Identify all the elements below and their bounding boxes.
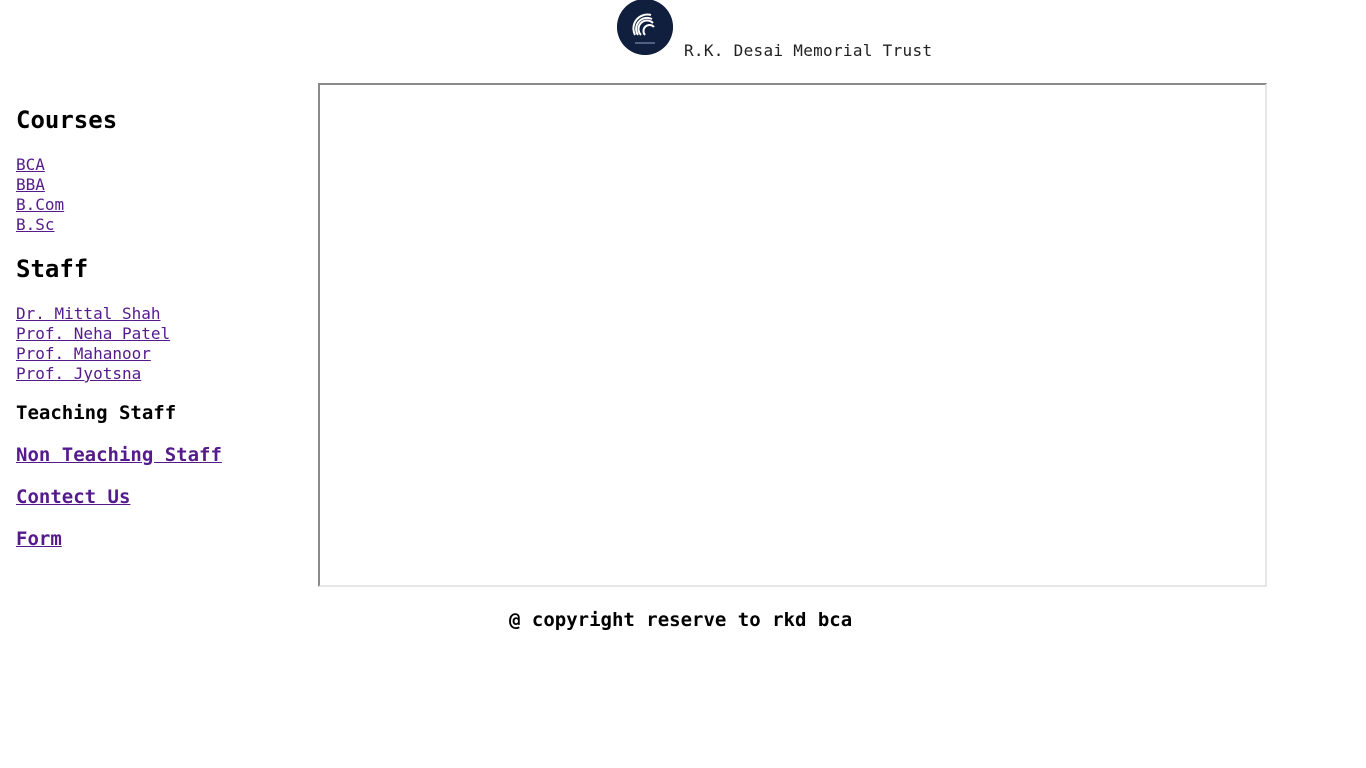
- staff-link-mittal-shah[interactable]: Dr. Mittal Shah: [16, 304, 170, 324]
- trust-name: R.K. Desai Memorial Trust: [684, 41, 933, 60]
- course-link-bcom[interactable]: B.Com: [16, 195, 64, 215]
- course-link-bsc[interactable]: B.Sc: [16, 215, 64, 235]
- teaching-staff-label: Teaching Staff: [16, 402, 177, 424]
- non-teaching-staff-link[interactable]: Non Teaching Staff: [16, 443, 222, 467]
- courses-list: BCA BBA B.Com B.Sc: [16, 155, 64, 235]
- staff-link-neha-patel[interactable]: Prof. Neha Patel: [16, 324, 170, 344]
- college-logo-icon: [617, 0, 673, 55]
- contact-us-link[interactable]: Contect Us: [16, 485, 130, 509]
- header: R.K. Desai Memorial Trust: [0, 0, 1366, 70]
- copyright-footer: @ copyright reserve to rkd bca: [509, 609, 853, 631]
- courses-heading: Courses: [16, 106, 118, 134]
- staff-heading: Staff: [16, 255, 89, 283]
- form-link[interactable]: Form: [16, 527, 62, 551]
- course-link-bca[interactable]: BCA: [16, 155, 64, 175]
- course-link-bba[interactable]: BBA: [16, 175, 64, 195]
- content-iframe[interactable]: [318, 83, 1267, 587]
- staff-link-mahanoor[interactable]: Prof. Mahanoor: [16, 344, 170, 364]
- staff-link-jyotsna[interactable]: Prof. Jyotsna: [16, 364, 170, 384]
- staff-list: Dr. Mittal Shah Prof. Neha Patel Prof. M…: [16, 304, 170, 384]
